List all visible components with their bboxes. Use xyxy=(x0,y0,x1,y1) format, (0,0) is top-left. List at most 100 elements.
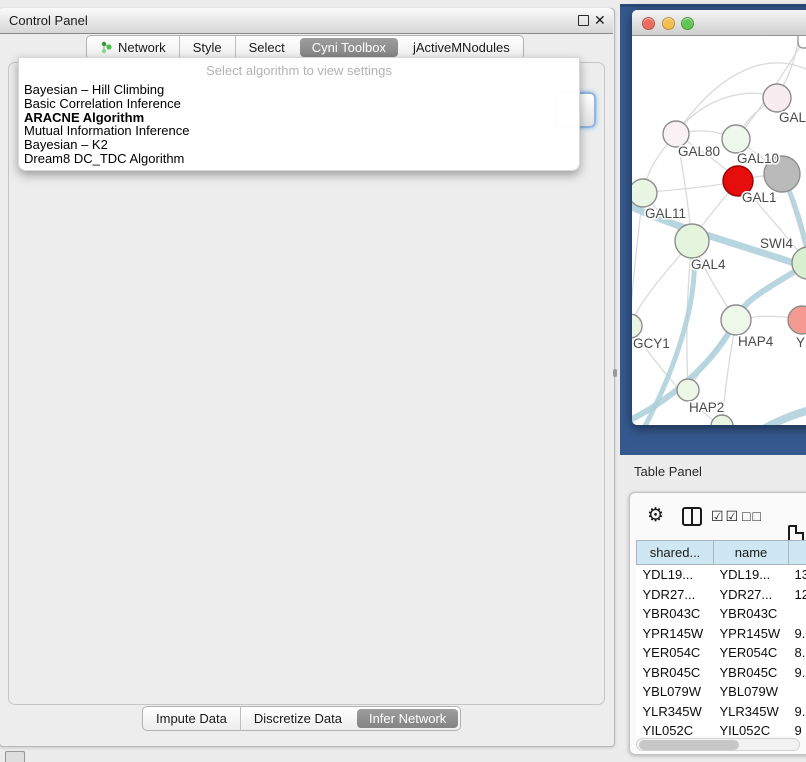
network-node[interactable] xyxy=(798,36,806,48)
network-window-titlebar[interactable] xyxy=(632,10,806,36)
close-window-icon[interactable] xyxy=(642,17,655,30)
table-settings-gear-icon[interactable]: ⚙ xyxy=(647,506,664,525)
network-node-y[interactable] xyxy=(788,306,806,334)
select-all-rows-icon[interactable]: ☑☑ xyxy=(711,508,740,525)
node-table-header-row[interactable]: shared...nameA xyxy=(637,541,806,565)
network-node-gal4[interactable] xyxy=(675,224,709,258)
node-label: SWI4 xyxy=(760,236,793,251)
minimized-panel-icon[interactable] xyxy=(5,751,25,762)
node-table-viewport: shared...nameA YDL19...YDL19...13YDR27..… xyxy=(636,540,806,736)
table-row[interactable]: YBL079WYBL079W xyxy=(637,682,806,702)
dropdown-item[interactable]: Dream8 DC_TDC Algorithm xyxy=(19,152,579,166)
table-cell: 9. xyxy=(789,702,806,722)
column-header[interactable]: shared... xyxy=(637,541,714,565)
dropdown-item[interactable]: Bayesian – Hill Climbing xyxy=(19,83,579,97)
table-cell: YBL079W xyxy=(637,682,714,702)
dropdown-item[interactable]: ARACNE Algorithm xyxy=(19,111,579,125)
zoom-window-icon[interactable] xyxy=(681,17,694,30)
tab-impute-data[interactable]: Impute Data xyxy=(143,707,240,730)
node-label: GAL80 xyxy=(678,144,720,159)
column-header[interactable]: A xyxy=(789,541,806,565)
table-horizontal-scrollbar-thumb[interactable] xyxy=(639,740,739,750)
bottom-tab-bar: Impute Data Discretize Data Infer Network xyxy=(142,706,461,731)
node-table[interactable]: shared...nameA YDL19...YDL19...13YDR27..… xyxy=(636,540,806,736)
table-cell xyxy=(789,682,806,702)
table-row[interactable]: YIL052CYIL052C9 xyxy=(637,721,806,736)
minimize-window-icon[interactable] xyxy=(662,17,675,30)
tab-label: Infer Network xyxy=(369,711,446,726)
deselect-all-rows-icon[interactable]: □□ xyxy=(742,508,763,524)
dropdown-item[interactable]: Mutual Information Inference xyxy=(19,124,579,138)
dropdown-items: Bayesian – Hill ClimbingBasic Correlatio… xyxy=(19,83,579,166)
column-header[interactable]: name xyxy=(714,541,789,565)
tab-select[interactable]: Select xyxy=(235,36,298,59)
table-cell: YIL052C xyxy=(637,721,714,736)
dropdown-prompt: Select algorithm to view settings xyxy=(19,58,579,83)
table-horizontal-scrollbar[interactable] xyxy=(636,738,800,751)
node-label: GAL1 xyxy=(742,190,777,205)
table-cell: 9. xyxy=(789,663,806,683)
show-columns-icon[interactable] xyxy=(682,507,702,526)
table-cell: YLR345W xyxy=(714,702,789,722)
table-cell: YDR27... xyxy=(637,585,714,605)
tab-network[interactable]: Network xyxy=(87,36,179,59)
table-cell: YBR045C xyxy=(637,663,714,683)
table-cell: YBR043C xyxy=(637,604,714,624)
tab-jactivemnodules[interactable]: jActiveMNodules xyxy=(400,36,523,59)
table-cell: YIL052C xyxy=(714,721,789,736)
algorithm-dropdown-list: Select algorithm to view settings Bayesi… xyxy=(18,57,580,171)
node-label: HAP4 xyxy=(738,334,774,349)
network-node-hap2[interactable] xyxy=(677,379,699,401)
tab-label: Cyni Toolbox xyxy=(312,40,386,55)
table-cell xyxy=(789,604,806,624)
tab-infer-network[interactable]: Infer Network xyxy=(357,709,458,728)
float-window-icon[interactable] xyxy=(578,15,589,26)
table-cell: 9. xyxy=(789,624,806,644)
node-label: GAL4 xyxy=(691,257,726,272)
table-row[interactable]: YBR043CYBR043C xyxy=(637,604,806,624)
table-cell: YBR043C xyxy=(714,604,789,624)
network-node-gal11[interactable] xyxy=(632,179,657,207)
table-row[interactable]: YLR345WYLR345W9. xyxy=(637,702,806,722)
network-graph[interactable]: GALGAL80GAL10GAL1GAL11GAL4SWI4HAP4YGCY1H… xyxy=(632,36,806,425)
table-row[interactable]: YPR145WYPR145W9. xyxy=(637,624,806,644)
table-cell: YER054C xyxy=(714,643,789,663)
table-cell: 13 xyxy=(789,565,806,585)
tab-label: Discretize Data xyxy=(254,711,342,726)
table-cell: 9 xyxy=(789,721,806,736)
table-cell: YBL079W xyxy=(714,682,789,702)
table-row[interactable]: YDR27...YDR27...12 xyxy=(637,585,806,605)
tab-label: Impute Data xyxy=(156,711,227,726)
panel-divider-handle[interactable] xyxy=(613,369,617,377)
network-node-hap4[interactable] xyxy=(721,305,751,335)
table-cell: YDL19... xyxy=(637,565,714,585)
network-node-gal10[interactable] xyxy=(722,125,750,153)
node-label: GAL11 xyxy=(645,206,686,221)
dropdown-item[interactable]: Bayesian – K2 xyxy=(19,138,579,152)
tab-label: jActiveMNodules xyxy=(413,40,510,55)
table-row[interactable]: YBR045CYBR045C9. xyxy=(637,663,806,683)
table-cell: YLR345W xyxy=(637,702,714,722)
close-panel-icon[interactable]: ✕ xyxy=(594,8,606,33)
table-cell: YDR27... xyxy=(714,585,789,605)
network-node-gcy1[interactable] xyxy=(632,314,642,338)
network-node-gal[interactable] xyxy=(763,84,791,112)
table-cell: YDL19... xyxy=(714,565,789,585)
network-node[interactable] xyxy=(711,415,733,425)
table-cell: 8. xyxy=(789,643,806,663)
network-edge xyxy=(758,404,806,425)
table-row[interactable]: YER054CYER054C8. xyxy=(637,643,806,663)
tab-label: Network xyxy=(118,40,166,55)
tab-style[interactable]: Style xyxy=(179,36,235,59)
tab-cyni-toolbox[interactable]: Cyni Toolbox xyxy=(300,38,398,57)
panel-title: Control Panel xyxy=(9,8,88,33)
table-cell: 12 xyxy=(789,585,806,605)
tab-discretize-data[interactable]: Discretize Data xyxy=(240,707,355,730)
dropdown-item[interactable]: Basic Correlation Inference xyxy=(19,97,579,111)
control-panel-titlebar[interactable]: Control Panel xyxy=(0,8,613,34)
table-row[interactable]: YDL19...YDL19...13 xyxy=(637,565,806,585)
table-cell: YPR145W xyxy=(637,624,714,644)
node-label: GCY1 xyxy=(633,336,670,351)
tab-label: Style xyxy=(193,40,222,55)
network-view-window[interactable]: GALGAL80GAL10GAL1GAL11GAL4SWI4HAP4YGCY1H… xyxy=(632,10,806,425)
